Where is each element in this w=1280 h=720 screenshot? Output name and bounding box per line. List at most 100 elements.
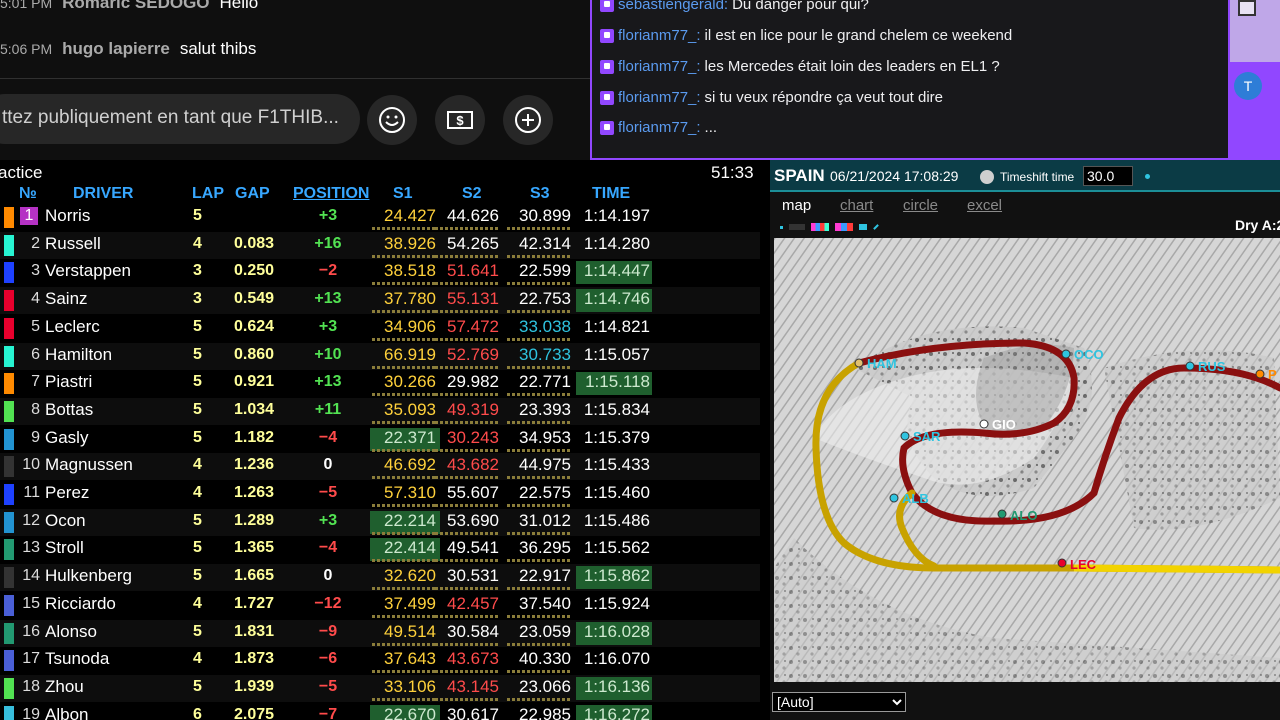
header-gap[interactable]: GAP xyxy=(235,185,270,203)
tab-chart[interactable]: chart xyxy=(840,197,873,214)
table-row[interactable]: 8 Bottas 5 1.034 +11 35.093 49.319 23.393 1:15.8… xyxy=(0,397,760,425)
table-row[interactable]: 10 Magnussen 4 1.236 0 46.692 43.682 44.975 1:15… xyxy=(0,453,760,481)
color-legend-icon[interactable] xyxy=(811,223,829,231)
toolbar-dot-icon[interactable] xyxy=(780,225,783,229)
header-lap[interactable]: LAP xyxy=(192,185,224,203)
table-row[interactable]: 15 Ricciardo 4 1.727 −12 37.499 42.457 37.540 1:… xyxy=(0,592,760,619)
team-color-bar xyxy=(4,705,14,720)
table-row[interactable]: 7 Piastri 5 0.921 +13 30.266 29.982 22.771 1:15.… xyxy=(0,370,760,397)
timeshift-input[interactable] xyxy=(1083,166,1133,186)
table-row[interactable]: 16 Alonso 5 1.831 −9 49.514 30.584 23.059 1:16.0… xyxy=(0,619,760,647)
header-number[interactable]: № xyxy=(19,185,37,203)
header-time[interactable]: TIME xyxy=(592,185,630,203)
settings-icon[interactable] xyxy=(859,224,867,230)
marker-gio[interactable]: GIO xyxy=(992,417,1016,432)
tab-map[interactable]: map xyxy=(782,197,811,214)
table-row[interactable]: 11 Perez 4 1.263 −5 57.310 55.607 22.575 1:15.46… xyxy=(0,481,760,508)
message-author[interactable]: Romaric SEDOGO xyxy=(62,0,209,13)
add-button[interactable] xyxy=(503,95,553,145)
chat-input[interactable]: ttez publiquement en tant que F1THIB... xyxy=(0,94,360,144)
avatar[interactable]: T xyxy=(1234,72,1262,100)
message-author[interactable]: florianm77_: xyxy=(618,119,701,136)
tab-excel[interactable]: excel xyxy=(967,197,1002,214)
message-text: ... xyxy=(704,119,718,136)
table-row[interactable]: 19 Albon 6 2.075 −7 22.670 30.617 22.985 1:16.27… xyxy=(0,703,760,720)
position-change: +13 xyxy=(314,290,342,308)
marker-sar[interactable]: SAR xyxy=(913,429,941,444)
status-dot xyxy=(1145,174,1150,179)
driver-name[interactable]: Sainz xyxy=(45,289,88,309)
table-row[interactable]: 5 Leclerc 5 0.624 +3 34.906 57.472 33.038 1:14.8… xyxy=(0,315,760,342)
marker-p[interactable]: P xyxy=(1268,367,1277,382)
driver-name[interactable]: Piastri xyxy=(45,372,92,392)
driver-name[interactable]: Perez xyxy=(45,483,89,503)
driver-name[interactable]: Hulkenberg xyxy=(45,566,132,586)
sector3-time: 42.314 xyxy=(505,234,575,258)
driver-name[interactable]: Bottas xyxy=(45,400,93,420)
gap-value: 0.624 xyxy=(234,317,275,335)
header-s3[interactable]: S3 xyxy=(530,185,550,203)
tab-circle[interactable]: circle xyxy=(903,197,938,214)
driver-name[interactable]: Ocon xyxy=(45,511,86,531)
emoji-button[interactable] xyxy=(367,95,417,145)
table-row[interactable]: 17 Tsunoda 4 1.873 −6 37.643 43.673 40.330 1:16.… xyxy=(0,647,760,674)
position-number: 8 xyxy=(31,400,40,418)
marker-alb[interactable]: ALB xyxy=(902,491,929,506)
table-row[interactable]: 12 Ocon 5 1.289 +3 22.214 53.690 31.012 1:15.486 xyxy=(0,508,760,536)
youtube-chat-panel: 5:01 PM Romaric SEDOGO Hello 5:06 PM hug… xyxy=(0,0,590,160)
marker-ham[interactable]: HAM xyxy=(867,356,897,371)
table-row[interactable]: 1 Norris 5 +3 24.427 44.626 30.899 1:14.197 xyxy=(0,204,760,231)
table-row[interactable]: 9 Gasly 5 1.182 −4 22.371 30.243 34.953 1:15.379 xyxy=(0,426,760,453)
table-row[interactable]: 3 Verstappen 3 0.250 −2 38.518 51.641 22.599 1:1… xyxy=(0,259,760,286)
session-label: actice xyxy=(0,163,43,182)
header-s1[interactable]: S1 xyxy=(393,185,413,203)
driver-name[interactable]: Russell xyxy=(45,234,101,254)
track-map[interactable]: HAM OCO RUS P SAR GIO ALB ALO LEC xyxy=(774,238,1280,682)
marker-oco[interactable]: OCO xyxy=(1074,347,1104,362)
team-color-bar xyxy=(4,345,14,367)
driver-name[interactable]: Leclerc xyxy=(45,317,100,337)
driver-name[interactable]: Stroll xyxy=(45,538,84,558)
lap-count: 5 xyxy=(193,677,202,695)
sector1-time: 34.906 xyxy=(370,317,440,341)
view-select[interactable]: [Auto] xyxy=(772,692,906,712)
message-author[interactable]: florianm77_: xyxy=(618,27,701,44)
driver-name[interactable]: Magnussen xyxy=(45,455,133,475)
table-row[interactable]: 13 Stroll 5 1.365 −4 22.414 49.541 36.295 1:15.5… xyxy=(0,536,760,563)
position-number: 18 xyxy=(22,677,40,695)
popout-icon[interactable] xyxy=(1238,0,1256,16)
position-change: 0 xyxy=(323,456,333,474)
toolbar-block-icon[interactable] xyxy=(789,224,805,230)
super-chat-button[interactable]: $ xyxy=(435,95,485,145)
position-number: 11 xyxy=(23,484,40,501)
driver-name[interactable]: Albon xyxy=(45,705,88,720)
sector1-time: 22.371 xyxy=(370,427,440,452)
driver-name[interactable]: Alonso xyxy=(45,622,97,642)
message-author[interactable]: florianm77_: xyxy=(618,58,701,75)
message-author[interactable]: sebastiengerald: xyxy=(618,0,728,13)
driver-name[interactable]: Ricciardo xyxy=(45,594,116,614)
pencil-icon[interactable] xyxy=(873,224,879,230)
header-position[interactable]: POSITION xyxy=(293,185,369,203)
track-header: SPAIN 06/21/2024 17:08:29 Timeshift time xyxy=(770,160,1280,192)
table-row[interactable]: 2 Russell 4 0.083 +16 38.926 54.265 42.314 1:14.… xyxy=(0,231,760,259)
table-row[interactable]: 18 Zhou 5 1.939 −5 33.106 43.145 23.066 1:16.136 xyxy=(0,674,760,702)
color-legend-icon[interactable] xyxy=(835,223,853,231)
sector3-time: 33.038 xyxy=(505,317,575,341)
table-row[interactable]: 6 Hamilton 5 0.860 +10 66.919 52.769 30.733 1:15… xyxy=(0,342,760,370)
driver-name[interactable]: Tsunoda xyxy=(45,649,109,669)
message-author[interactable]: florianm77_: xyxy=(618,89,701,106)
driver-name[interactable]: Norris xyxy=(45,206,90,226)
driver-name[interactable]: Hamilton xyxy=(45,345,112,365)
driver-name[interactable]: Verstappen xyxy=(45,261,131,281)
header-s2[interactable]: S2 xyxy=(462,185,482,203)
table-row[interactable]: 4 Sainz 3 0.549 +13 37.780 55.131 22.753 1:14.74… xyxy=(0,287,760,315)
message-author[interactable]: hugo lapierre xyxy=(62,39,170,59)
header-driver[interactable]: DRIVER xyxy=(73,185,133,203)
marker-lec[interactable]: LEC xyxy=(1070,557,1097,572)
marker-alo[interactable]: ALO xyxy=(1010,508,1037,523)
table-row[interactable]: 14 Hulkenberg 5 1.665 0 32.620 30.531 22.917 1:1… xyxy=(0,564,760,592)
marker-rus[interactable]: RUS xyxy=(1198,359,1226,374)
driver-name[interactable]: Zhou xyxy=(45,677,84,697)
driver-name[interactable]: Gasly xyxy=(45,428,88,448)
